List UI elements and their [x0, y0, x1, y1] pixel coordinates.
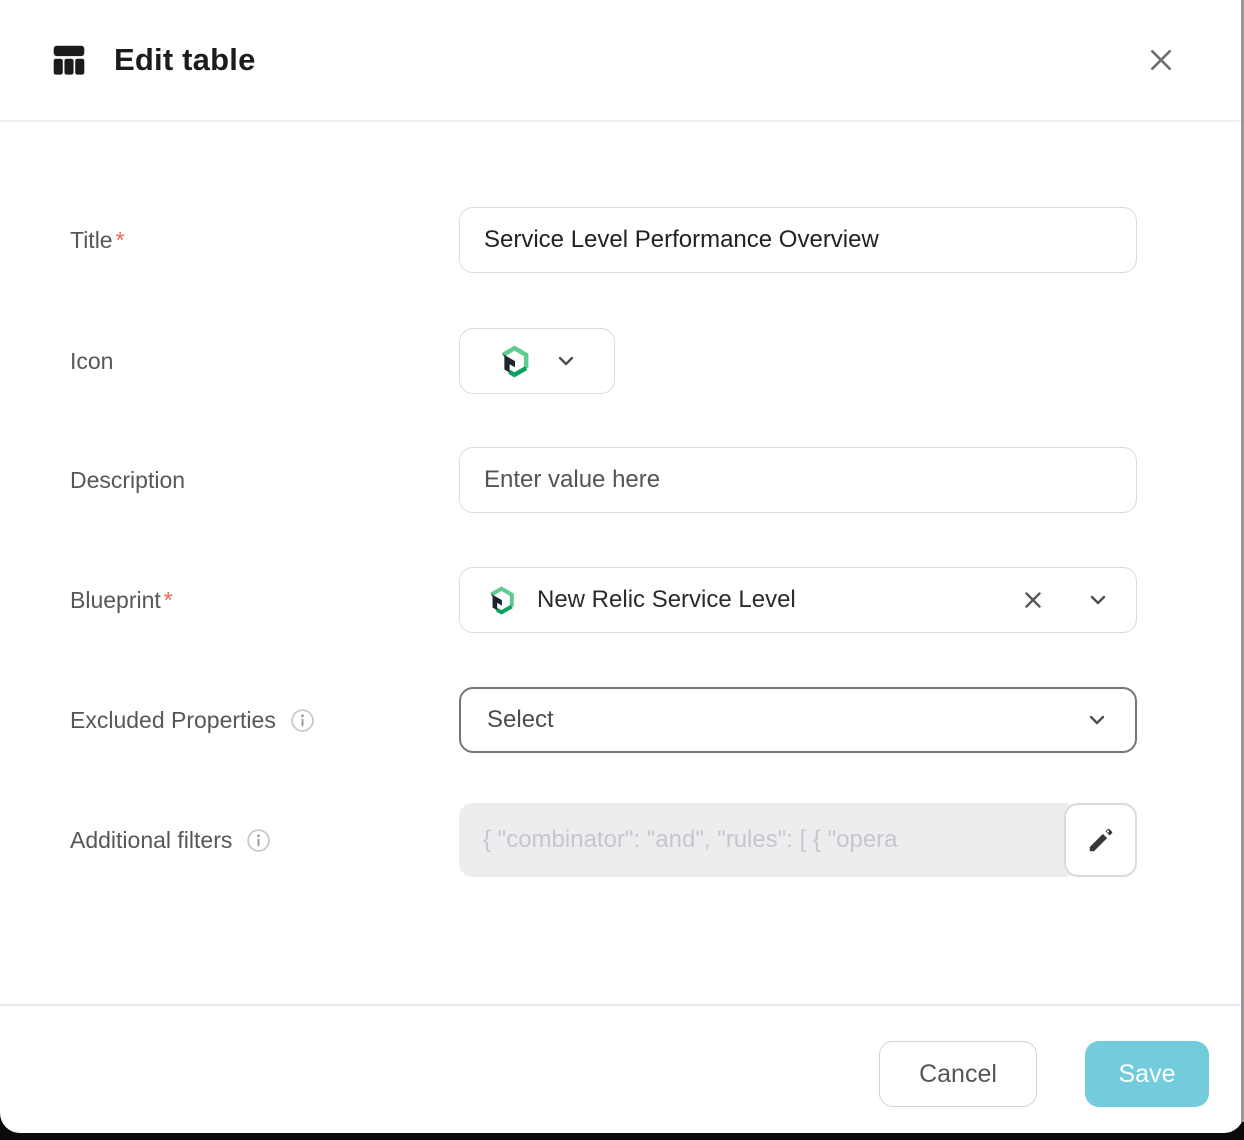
title-label: Title* — [70, 207, 459, 273]
icon-label: Icon — [70, 328, 459, 394]
save-button[interactable]: Save — [1085, 1041, 1209, 1107]
pencil-icon — [1086, 825, 1116, 855]
x-icon — [1145, 44, 1177, 76]
modal-header: Edit table — [0, 0, 1244, 122]
title-field-row: Title* — [70, 207, 1137, 273]
table-icon — [50, 41, 88, 79]
chevron-down-icon[interactable] — [1086, 588, 1110, 612]
title-input[interactable] — [459, 207, 1137, 273]
new-relic-logo-icon — [486, 585, 517, 616]
blueprint-clear-button[interactable] — [1020, 587, 1046, 613]
footer-divider — [0, 1004, 1244, 1006]
additional-filters-label: Additional filters — [70, 803, 459, 877]
edit-filters-button[interactable] — [1064, 803, 1137, 877]
info-icon[interactable] — [290, 708, 315, 733]
excluded-properties-placeholder: Select — [487, 706, 554, 734]
blueprint-label: Blueprint* — [70, 567, 459, 633]
icon-picker-dropdown[interactable] — [459, 328, 615, 394]
excluded-properties-field-row: Excluded Properties Select — [70, 687, 1137, 753]
chevron-down-icon — [1085, 708, 1109, 732]
chevron-down-icon — [554, 349, 578, 373]
blueprint-select[interactable]: New Relic Service Level — [459, 567, 1137, 633]
additional-filters-json: { "combinator": "and", "rules": [ { "ope… — [483, 826, 898, 854]
required-asterisk: * — [164, 587, 173, 614]
excluded-properties-select[interactable]: Select — [459, 687, 1137, 753]
edit-table-modal: Edit table Title* Icon — [0, 0, 1244, 1133]
required-asterisk: * — [116, 227, 125, 254]
additional-filters-field-row: Additional filters { "combinator": "and"… — [70, 803, 1137, 877]
description-label: Description — [70, 447, 459, 513]
icon-field-row: Icon — [70, 328, 1137, 394]
cancel-button[interactable]: Cancel — [879, 1041, 1037, 1107]
new-relic-logo-icon — [497, 344, 532, 379]
info-icon[interactable] — [246, 828, 271, 853]
close-button[interactable] — [1138, 37, 1184, 83]
blueprint-selected-value: New Relic Service Level — [537, 586, 796, 614]
additional-filters-value-field: { "combinator": "and", "rules": [ { "ope… — [459, 803, 1078, 877]
dialog-title: Edit table — [114, 42, 1138, 78]
excluded-properties-label: Excluded Properties — [70, 687, 459, 753]
description-input[interactable] — [459, 447, 1137, 513]
x-clear-icon — [1020, 587, 1046, 613]
blueprint-field-row: Blueprint* New Relic Service Level — [70, 567, 1137, 633]
description-field-row: Description — [70, 447, 1137, 513]
